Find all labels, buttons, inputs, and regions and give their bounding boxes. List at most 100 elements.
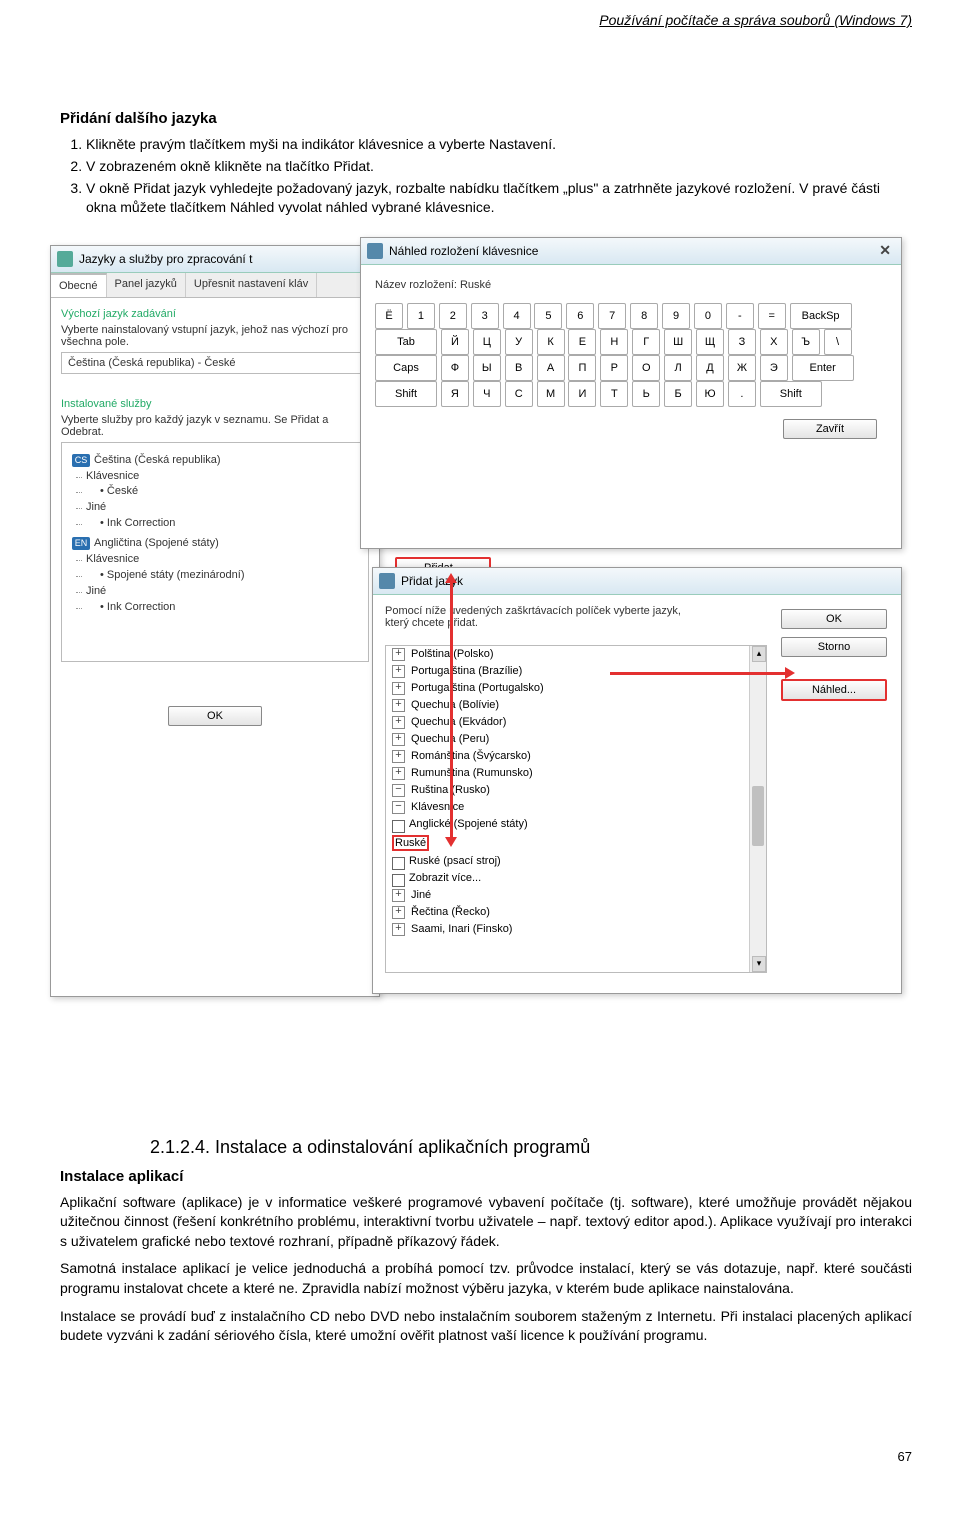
language-list-item[interactable]: + Rumunština (Rumunsko) xyxy=(386,765,766,782)
language-list-item[interactable]: + Jiné xyxy=(386,887,766,904)
keyboard-key: 1 xyxy=(407,303,435,329)
tab-language-bar[interactable]: Panel jazyků xyxy=(107,273,186,297)
badge-cs: CS xyxy=(72,454,90,467)
language-list-item[interactable]: −Ruština (Rusko) xyxy=(386,782,766,799)
tree-cs-jine: Jiné xyxy=(72,500,358,516)
list-item-label: Zobrazit více... xyxy=(409,872,481,884)
step-2: V zobrazeném okně klikněte na tlačítko P… xyxy=(86,157,912,176)
keyboard-icon xyxy=(379,573,395,589)
page-number: 67 xyxy=(898,1449,912,1464)
scroll-down-arrow[interactable]: ▾ xyxy=(752,956,766,972)
keyboard-key: Э xyxy=(760,355,788,381)
addwin-preview-button[interactable]: Náhled... xyxy=(781,679,887,701)
keyboard-key: Ë xyxy=(375,303,403,329)
checkbox[interactable] xyxy=(392,820,405,833)
list-item-label: Saami, Inari (Finsko) xyxy=(411,923,512,935)
language-list-item[interactable]: + Románština (Švýcarsko) xyxy=(386,748,766,765)
list-item-label: Rumunština (Rumunsko) xyxy=(411,767,533,779)
tab-general[interactable]: Obecné xyxy=(51,273,107,297)
language-list-item[interactable]: + Portugalština (Portugalsko) xyxy=(386,680,766,697)
language-list-item[interactable]: Ruské xyxy=(386,833,766,853)
keyboard-key: Ю xyxy=(696,381,724,407)
expand-icon[interactable]: + xyxy=(392,665,405,678)
expand-icon[interactable]: + xyxy=(392,923,405,936)
keyboard-key: Ч xyxy=(473,381,501,407)
scrollbar[interactable]: ▴ ▾ xyxy=(749,646,766,972)
keyboard-key: Shift xyxy=(375,381,437,407)
language-list-item[interactable]: −Klávesnice xyxy=(386,799,766,816)
keyboard-grid: Ë 1 2 3 4 5 6 7 8 9 0 - = BackSp Tab Й Ц… xyxy=(375,303,887,407)
checkbox[interactable] xyxy=(392,874,405,887)
language-list-item[interactable]: +Quechua (Ekvádor) xyxy=(386,714,766,731)
installed-services-tree[interactable]: CSČeština (Česká republika) Klávesnice •… xyxy=(61,442,369,662)
expand-icon[interactable]: − xyxy=(392,801,405,814)
expand-icon[interactable]: + xyxy=(392,733,405,746)
keyboard-key: Ш xyxy=(664,329,692,355)
keyboard-key: Л xyxy=(664,355,692,381)
default-lang-desc: Vyberte nainstalovaný vstupní jazyk, jeh… xyxy=(61,324,369,348)
language-list-item[interactable]: Ruské (psací stroj) xyxy=(386,853,766,870)
list-item-label: Řečtina (Řecko) xyxy=(411,906,490,918)
list-item-label: Románština (Švýcarsko) xyxy=(411,750,531,762)
keyboard-key: 4 xyxy=(503,303,531,329)
expand-icon[interactable]: + xyxy=(392,648,405,661)
keyboard-key: Н xyxy=(600,329,628,355)
language-list-item[interactable]: +Quechua (Peru) xyxy=(386,731,766,748)
languages-services-window: Jazyky a služby pro zpracování t Obecné … xyxy=(50,245,380,997)
tab-advanced[interactable]: Upřesnit nastavení kláv xyxy=(186,273,317,297)
addwin-ok-button[interactable]: OK xyxy=(781,609,887,629)
language-list-item[interactable]: Anglické (Spojené státy) xyxy=(386,816,766,833)
keyboard-key: Enter xyxy=(792,355,854,381)
keyboard-key: - xyxy=(726,303,754,329)
expand-icon[interactable]: + xyxy=(392,767,405,780)
globe-icon xyxy=(57,251,73,267)
expand-icon[interactable]: + xyxy=(392,699,405,712)
arrow-down-head xyxy=(445,837,457,847)
expand-icon[interactable]: − xyxy=(392,784,405,797)
kbwin-title: Náhled rozložení klávesnice xyxy=(389,244,538,258)
paragraph-2: Samotná instalace aplikací je velice jed… xyxy=(60,1259,912,1298)
addwin-cancel-button[interactable]: Storno xyxy=(781,637,887,657)
step-1: Klikněte pravým tlačítkem myši na indiká… xyxy=(86,135,912,154)
checkbox[interactable] xyxy=(392,857,405,870)
tree-cs-item: • České xyxy=(72,484,358,500)
language-list-item[interactable]: Zobrazit více... xyxy=(386,870,766,887)
keyboard-key: \ xyxy=(824,329,852,355)
default-lang-select[interactable]: Čeština (Česká republika) - České xyxy=(61,352,369,374)
list-item-label: Ruské (psací stroj) xyxy=(409,855,501,867)
keyboard-key: 8 xyxy=(630,303,658,329)
keyboard-key: Shift xyxy=(760,381,822,407)
kbwin-titlebar: Náhled rozložení klávesnice ✕ xyxy=(361,238,901,265)
language-list-item[interactable]: +Quechua (Bolívie) xyxy=(386,697,766,714)
language-list-item[interactable]: + Řečtina (Řecko) xyxy=(386,904,766,921)
section-2124-title: 2.1.2.4. Instalace a odinstalování aplik… xyxy=(150,1137,912,1158)
kbwin-close-button[interactable]: Zavřít xyxy=(783,419,877,439)
keyboard-key: Ъ xyxy=(792,329,820,355)
language-list-item[interactable]: + Saami, Inari (Finsko) xyxy=(386,921,766,938)
expand-icon[interactable]: + xyxy=(392,682,405,695)
tree-cs-label: Čeština (Česká republika) xyxy=(94,454,221,466)
keyboard-key: Р xyxy=(600,355,628,381)
keyboard-key: 2 xyxy=(439,303,467,329)
arrow-vertical xyxy=(450,581,453,841)
keyboard-key: О xyxy=(632,355,660,381)
scroll-thumb[interactable] xyxy=(752,786,764,846)
keyboard-key: 9 xyxy=(662,303,690,329)
language-list-item[interactable]: +Polština (Polsko) xyxy=(386,646,766,663)
paragraph-3: Instalace se provádí buď z instalačního … xyxy=(60,1307,912,1346)
keyboard-key: Б xyxy=(664,381,692,407)
close-icon[interactable]: ✕ xyxy=(875,242,895,259)
expand-icon[interactable]: + xyxy=(392,889,405,902)
scroll-up-arrow[interactable]: ▴ xyxy=(752,646,766,662)
keyboard-key: Й xyxy=(441,329,469,355)
expand-icon[interactable]: + xyxy=(392,906,405,919)
keyboard-key: 3 xyxy=(471,303,499,329)
expand-icon[interactable]: + xyxy=(392,716,405,729)
kb-layout-name: Název rozložení: Ruské xyxy=(375,279,887,291)
expand-icon[interactable]: + xyxy=(392,750,405,763)
list-item-label: Portugalština (Portugalsko) xyxy=(411,682,544,694)
language-listbox[interactable]: +Polština (Polsko)+Portugalština (Brazíl… xyxy=(385,645,767,973)
keyboard-layout-icon xyxy=(367,243,383,259)
list-item-label: Jiné xyxy=(411,889,431,901)
langwin-ok-button[interactable]: OK xyxy=(168,706,262,726)
